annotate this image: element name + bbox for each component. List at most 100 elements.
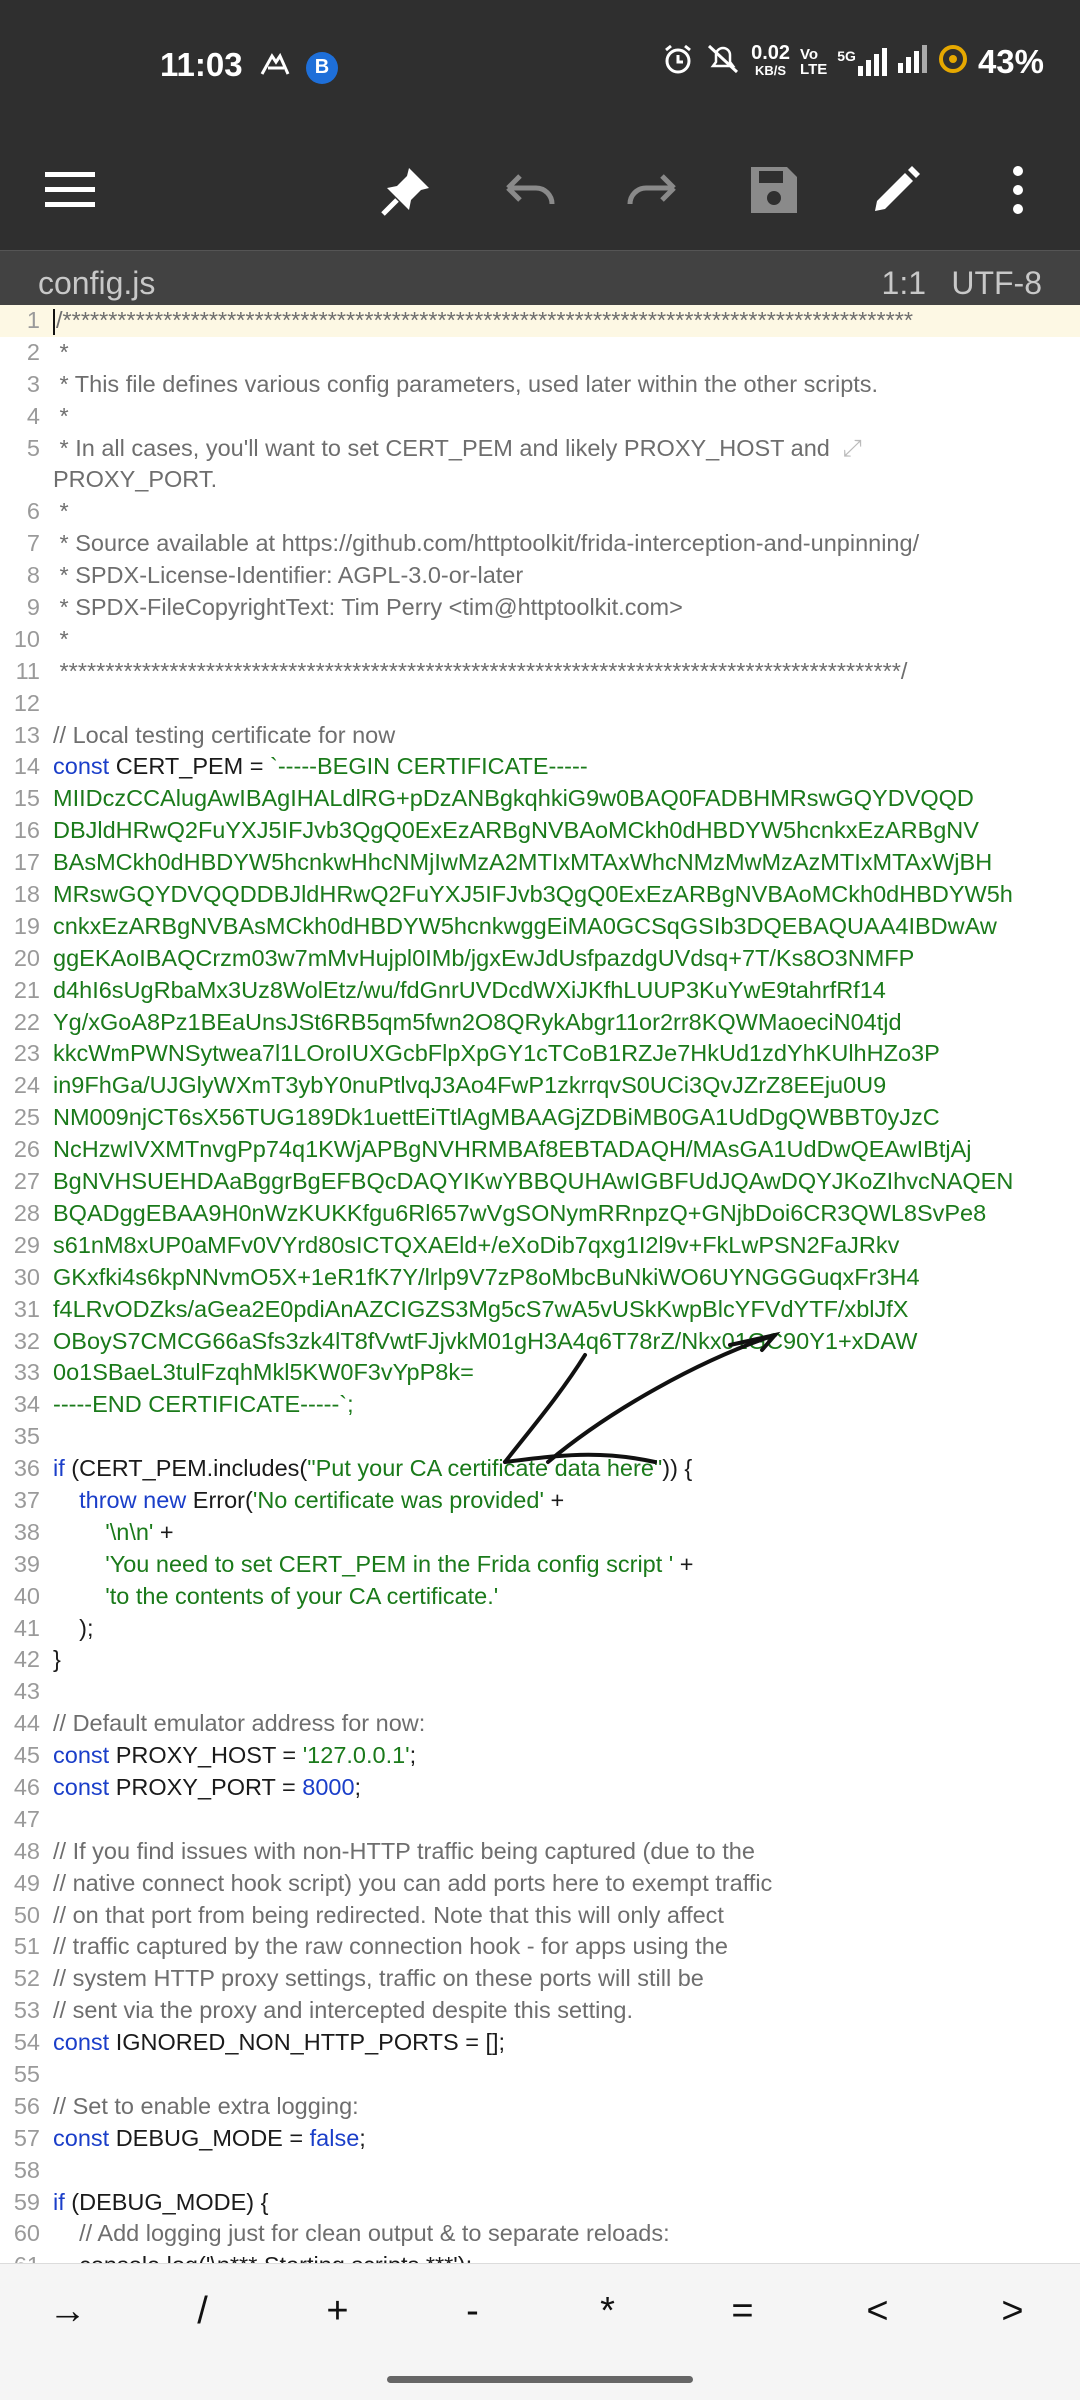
code-line[interactable]: 12 [0, 688, 1080, 720]
code-line[interactable]: 3 * This file defines various config par… [0, 369, 1080, 401]
code-line[interactable]: 35 [0, 1421, 1080, 1453]
code-text: 'to the contents of your CA certificate.… [105, 1582, 499, 1609]
code-line[interactable]: 61 console.log('\n*** Starting scripts *… [0, 2250, 1080, 2263]
redo-button[interactable] [622, 160, 682, 220]
code-line[interactable]: 19 cnkxEzARBgNVBAsMCkh0dHBDYW5hcnkwggEiMA… [0, 911, 1080, 943]
line-number: 6 [26, 498, 40, 525]
code-line[interactable]: 46 const PROXY_PORT = 8000; [0, 1772, 1080, 1804]
code-line[interactable]: 18 MRswGQYDVQQDDBJldHRwQ2FuYXJ5IFJvb3QgQ0… [0, 879, 1080, 911]
code-line[interactable]: 58 [0, 2155, 1080, 2187]
symbol-key[interactable]: / [148, 2290, 258, 2333]
signal-icon [897, 45, 928, 78]
symbol-key[interactable]: * [553, 2290, 663, 2333]
code-text: // sent via the proxy and intercepted de… [53, 1997, 634, 2024]
pin-button[interactable] [377, 160, 437, 220]
undo-button[interactable] [500, 160, 560, 220]
line-number: 30 [13, 1263, 40, 1290]
line-number: 32 [13, 1327, 40, 1354]
browser-badge-icon: B [306, 51, 338, 84]
code-line[interactable]: 41 ); [0, 1613, 1080, 1645]
code-line[interactable]: 2 * [0, 337, 1080, 369]
volte-indicator: Vo LTE [800, 45, 828, 78]
home-indicator[interactable] [387, 2376, 693, 2383]
more-options-button[interactable] [988, 160, 1048, 220]
code-line[interactable]: 28 BQADggEBAA9H0nWzKUKKfgu6Rl657wVgSONymR… [0, 1198, 1080, 1230]
code-line[interactable]: 51 // traffic captured by the raw connect… [0, 1931, 1080, 1963]
code-text: const PROXY_PORT = 8000; [53, 1773, 362, 1800]
code-line[interactable]: 36 if (CERT_PEM.includes("Put your CA cer… [0, 1453, 1080, 1485]
line-number: 49 [13, 1869, 40, 1896]
code-line[interactable]: 59 if (DEBUG_MODE) { [0, 2187, 1080, 2219]
code-line[interactable]: 45 const PROXY_HOST = '127.0.0.1'; [0, 1740, 1080, 1772]
symbol-key[interactable]: = [688, 2290, 798, 2333]
code-line[interactable]: 24 in9FhGa/UJGlyWXmT3ybY0nuPtlvqJ3Ao4FwP1… [0, 1070, 1080, 1102]
code-line[interactable]: 26 NcHzwIVXMTnvgPp74q1KWjAPBgNVHRMBAf8EBT… [0, 1134, 1080, 1166]
code-line[interactable]: 6 * [0, 496, 1080, 528]
code-line[interactable]: 43 [0, 1676, 1080, 1708]
code-line[interactable]: 10 * [0, 624, 1080, 656]
code-line[interactable]: 33 0o1SBaeL3tulFzqhMkl5KW0F3vYpP8k= [0, 1357, 1080, 1389]
code-line[interactable]: 11 *************************************… [0, 656, 1080, 688]
code-line[interactable]: 21 d4hI6sUgRbaMx3Uz8WolEtz/wu/fdGnrUVDcdW… [0, 975, 1080, 1007]
code-line[interactable]: 57 const DEBUG_MODE = false; [0, 2123, 1080, 2155]
code-line[interactable]: 9 * SPDX-FileCopyrightText: Tim Perry <t… [0, 592, 1080, 624]
code-line[interactable]: 54 const IGNORED_NON_HTTP_PORTS = []; [0, 2027, 1080, 2059]
code-line[interactable]: 27 BgNVHSUEHDAaBggrBgEFBQcDAQYIKwYBBQUHAw… [0, 1166, 1080, 1198]
code-line[interactable]: 32 OBoyS7CMCG66aSfs3zk4lT8fVwtFJjvkM01gH3… [0, 1326, 1080, 1358]
line-number: 44 [13, 1710, 40, 1737]
file-name: config.js [38, 265, 156, 301]
code-line[interactable]: 16 DBJldHRwQ2FuYXJ5IFJvb3QgQ0ExEzARBgNVBA… [0, 815, 1080, 847]
symbol-key[interactable]: → [13, 2290, 123, 2333]
code-line[interactable]: 34 -----END CERTIFICATE-----`; [0, 1389, 1080, 1421]
code-line[interactable]: 49 // native connect hook script) you can… [0, 1868, 1080, 1900]
code-line[interactable]: 37 throw new Error('No certificate was p… [0, 1485, 1080, 1517]
code-line[interactable]: 8 * SPDX-License-Identifier: AGPL-3.0-or… [0, 560, 1080, 592]
code-line[interactable]: 47 [0, 1804, 1080, 1836]
code-text: * This file defines various config param… [53, 370, 879, 397]
save-icon [751, 167, 797, 213]
symbol-key[interactable]: + [283, 2290, 393, 2333]
code-line[interactable]: 22 Yg/xGoA8Pz1BEaUnsJSt6RB5qm5fwn2O8QRykA… [0, 1007, 1080, 1039]
symbol-key[interactable]: - [418, 2290, 528, 2333]
code-line[interactable]: 42} [0, 1644, 1080, 1676]
symbol-key[interactable]: < [823, 2290, 933, 2333]
code-line[interactable]: 40 'to the contents of your CA certifica… [0, 1581, 1080, 1613]
code-line[interactable]: 39 'You need to set CERT_PEM in the Frid… [0, 1549, 1080, 1581]
code-line[interactable]: 56 // Set to enable extra logging: [0, 2091, 1080, 2123]
code-line[interactable]: 14 const CERT_PEM = `-----BEGIN CERTIFICA… [0, 751, 1080, 783]
code-editor[interactable]: 1 /**************************************… [0, 305, 1080, 2263]
code-text: OBoyS7CMCG66aSfs3zk4lT8fVwtFJjvkM01gH3A4… [53, 1327, 918, 1354]
code-line[interactable]: 53 // sent via the proxy and intercepted … [0, 1995, 1080, 2027]
code-text: d4hI6sUgRbaMx3Uz8WolEtz/wu/fdGnrUVDcdWXi… [53, 976, 886, 1003]
code-line[interactable]: 31 f4LRvODZks/aGea2E0pdiAnAZCIGZS3Mg5cS7w… [0, 1294, 1080, 1326]
code-line[interactable]: 4 * [0, 401, 1080, 433]
code-line[interactable]: 13 // Local testing certificate for now [0, 720, 1080, 752]
code-line[interactable]: 15 MIIDczCCAlugAwIBAgIHALdlRG+pDzANBgkqhk… [0, 783, 1080, 815]
code-line[interactable]: 1 /**************************************… [0, 305, 1080, 337]
code-line[interactable]: 52 // system HTTP proxy settings, traffic… [0, 1963, 1080, 1995]
code-line[interactable]: 25 NM009njCT6sX56TUG189Dk1uettEiTtlAgMBAA… [0, 1102, 1080, 1134]
menu-button[interactable] [40, 160, 100, 220]
code-line[interactable]: 30 GKxfki4s6kpNNvmO5X+1eR1fK7Y/lrlp9V7zP8… [0, 1262, 1080, 1294]
code-line[interactable]: 5 * In all cases, you'll want to set CER… [0, 433, 1080, 465]
code-text: // Local testing certificate for now [53, 721, 396, 748]
edit-button[interactable] [866, 160, 926, 220]
code-line[interactable]: 7 * Source available at https://github.c… [0, 528, 1080, 560]
code-line[interactable]: 55 [0, 2059, 1080, 2091]
code-line[interactable]: PROXY_PORT. [0, 464, 1080, 496]
vpn-key-icon [258, 50, 292, 85]
code-line[interactable]: 23 kkcWmPWNSytwea7l1LOroIUXGcbFlpXpGY1cTC… [0, 1038, 1080, 1070]
menu-icon [45, 172, 95, 207]
code-line[interactable]: 38 '\n\n' + [0, 1517, 1080, 1549]
code-line[interactable]: 48 // If you find issues with non-HTTP tr… [0, 1836, 1080, 1868]
file-encoding[interactable]: UTF-8 [951, 265, 1042, 302]
code-line[interactable]: 60 // Add logging just for clean output … [0, 2218, 1080, 2250]
code-line[interactable]: 17 BAsMCkh0dHBDYW5hcnkwHhcNMjIwMzA2MTIxMT… [0, 847, 1080, 879]
code-line[interactable]: 29 s61nM8xUP0aMFv0VYrd80sICTQXAEld+/eXoDi… [0, 1230, 1080, 1262]
code-line[interactable]: 44 // Default emulator address for now: [0, 1708, 1080, 1740]
line-number: 18 [13, 881, 40, 908]
code-line[interactable]: 20 ggEKAoIBAQCrzm03w7mMvHujpl0IMb/jgxEwJd… [0, 943, 1080, 975]
symbol-key[interactable]: > [958, 2290, 1068, 2333]
code-line[interactable]: 50 // on that port from being redirected.… [0, 1900, 1080, 1932]
save-button[interactable] [744, 160, 804, 220]
